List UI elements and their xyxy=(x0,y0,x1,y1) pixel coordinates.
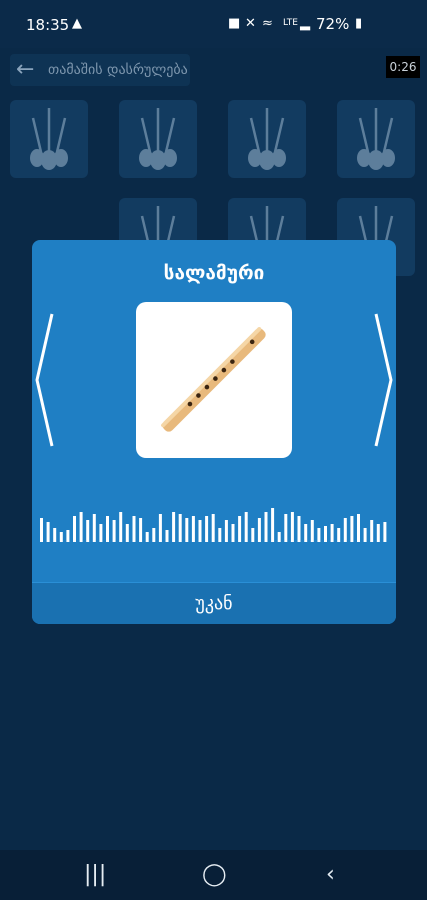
waveform-bar xyxy=(53,528,57,542)
waveform-bar xyxy=(257,518,261,542)
home-icon[interactable]: ◯ xyxy=(202,862,227,887)
waveform-bar xyxy=(251,528,255,542)
waveform-bar xyxy=(119,512,123,542)
instrument-tile[interactable] xyxy=(228,100,306,178)
waveform-bar xyxy=(357,514,360,542)
waveform-bar xyxy=(324,526,327,542)
waveform-bar xyxy=(310,520,314,542)
arrow-left-icon[interactable]: ← xyxy=(16,57,34,82)
notification-icon: ▲ xyxy=(72,16,82,31)
next-button[interactable] xyxy=(372,312,394,448)
waveform-bar xyxy=(92,514,96,542)
waveform-bar xyxy=(198,520,202,542)
battery-icon: ▮ xyxy=(355,16,363,31)
status-bar: 18:35 ▲ ■ ✕ ≈ LTE ▂ 72% ▮ xyxy=(0,0,427,48)
previous-button[interactable] xyxy=(34,312,56,448)
waveform-bar xyxy=(106,516,109,542)
waveform-bar xyxy=(46,522,50,542)
waveform-bar xyxy=(178,514,182,542)
waveform-bar xyxy=(231,524,235,542)
page-title: თამაშის დასრულება xyxy=(48,62,188,78)
waveform-bar xyxy=(86,520,90,542)
waveform-bar xyxy=(79,512,83,542)
flute-image xyxy=(136,302,292,458)
waveform-bar xyxy=(376,524,380,542)
waveform-bar xyxy=(244,512,248,542)
waveform-bar xyxy=(383,522,387,542)
waveform-bar xyxy=(185,518,189,542)
recent-apps-icon[interactable]: ||| xyxy=(84,862,106,887)
chevron-left-icon xyxy=(35,313,54,447)
waveform-bar xyxy=(350,516,354,542)
status-time: 18:35 xyxy=(26,16,70,34)
waveform-bar xyxy=(317,528,321,542)
waveform-bar xyxy=(139,518,143,542)
dialog-title: სალამური xyxy=(163,262,265,284)
waveform-bar xyxy=(277,532,281,542)
game-timer: 0:26 xyxy=(386,56,420,78)
volte-icon: LTE xyxy=(283,18,298,28)
waveform-bar xyxy=(158,514,162,542)
waveform-bar xyxy=(271,508,275,542)
waveform-bar xyxy=(172,512,176,542)
chevron-right-icon xyxy=(374,313,393,447)
panduri-instrument-icon xyxy=(357,108,395,170)
waveform-bar xyxy=(99,524,103,542)
waveform-bar xyxy=(363,528,367,542)
waveform-bar xyxy=(211,514,215,542)
back-icon[interactable]: ‹ xyxy=(326,862,335,887)
waveform-bar xyxy=(40,518,43,542)
waveform-bar xyxy=(337,528,341,542)
audio-waveform xyxy=(40,508,387,542)
waveform-bar xyxy=(330,524,334,542)
waveform-bar xyxy=(125,524,129,542)
battery-level: 72% xyxy=(316,15,350,33)
waveform-bar xyxy=(290,512,294,542)
waveform-bar xyxy=(205,516,209,542)
waveform-bar xyxy=(238,516,242,542)
signal-icon: ▂ xyxy=(300,16,310,31)
waveform-bar xyxy=(112,520,116,542)
panduri-instrument-icon xyxy=(30,108,68,170)
sim-icon: ■ xyxy=(228,16,241,31)
waveform-bar xyxy=(218,528,222,542)
waveform-bar xyxy=(297,516,301,542)
wifi-icon: ≈ xyxy=(262,16,273,31)
navigation-bar: ||| ◯ ‹ xyxy=(0,850,427,900)
waveform-bar xyxy=(304,524,308,542)
waveform-bar xyxy=(73,516,76,542)
waveform-bar xyxy=(224,520,228,542)
panduri-instrument-icon xyxy=(139,108,177,170)
waveform-bar xyxy=(165,530,169,542)
waveform-bar xyxy=(152,528,156,542)
waveform-bar xyxy=(66,530,70,542)
instrument-tile[interactable] xyxy=(10,100,88,178)
waveform-bar xyxy=(145,532,149,542)
waveform-bar xyxy=(264,512,268,542)
waveform-bar xyxy=(59,532,63,542)
mute-icon: ✕ xyxy=(245,16,256,31)
panduri-instrument-icon xyxy=(248,108,286,170)
instrument-dialog: სალამური უკან xyxy=(32,240,396,624)
instrument-tile[interactable] xyxy=(337,100,415,178)
app-bar: ← თამაშის დასრულება xyxy=(10,54,190,86)
waveform-bar xyxy=(343,518,347,542)
waveform-bar xyxy=(191,516,195,542)
waveform-bar xyxy=(284,514,288,542)
instrument-tile[interactable] xyxy=(119,100,197,178)
back-button[interactable]: უკან xyxy=(32,582,396,624)
waveform-bar xyxy=(132,516,136,542)
waveform-bar xyxy=(370,520,374,542)
flute-icon xyxy=(161,327,266,432)
